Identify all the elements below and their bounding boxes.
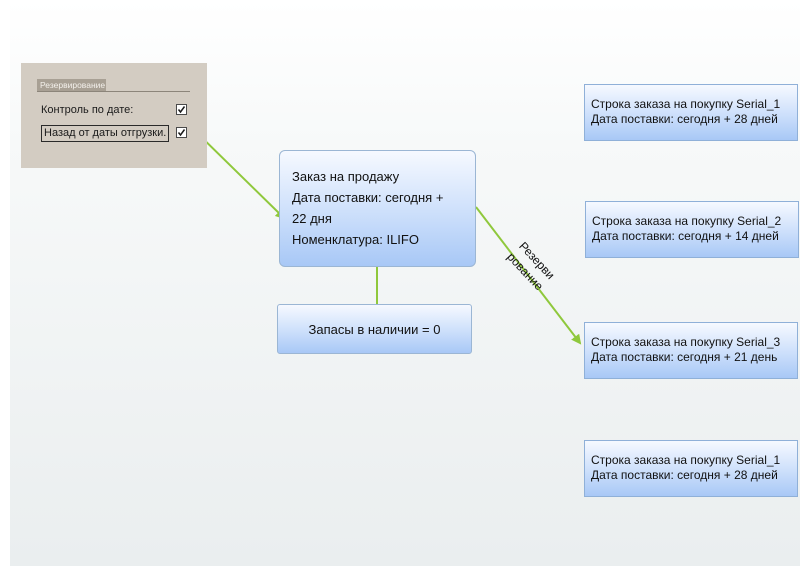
sales-order-delivery-days: 22 дня — [292, 211, 332, 226]
purchase-line-delivery: Дата поставки: сегодня + 28 дней — [591, 112, 778, 126]
backward-row: Назад от даты отгрузки. — [41, 124, 170, 142]
sales-order-box: Заказ на продажу Дата поставки: сегодня … — [279, 150, 476, 267]
backward-label: Назад от даты отгрузки. — [41, 125, 170, 142]
date-control-checkbox[interactable] — [176, 104, 187, 115]
backward-checkbox[interactable] — [176, 127, 187, 138]
purchase-line-title: Строка заказа на покупку Serial_2 — [592, 214, 782, 228]
purchase-line-delivery: Дата поставки: сегодня + 14 дней — [592, 229, 779, 243]
date-control-label: Контроль по дате: — [41, 104, 134, 116]
panel-divider — [37, 91, 190, 92]
reservation-settings-panel: Резервирование Контроль по дате: Назад о… — [21, 63, 207, 168]
purchase-line-title: Строка заказа на покупку Serial_3 — [591, 335, 781, 349]
date-control-row: Контроль по дате: — [41, 101, 133, 119]
purchase-line-delivery: Дата поставки: сегодня + 28 дней — [591, 468, 778, 482]
checkmark-icon — [177, 129, 186, 137]
purchase-line-box: Строка заказа на покупку Serial_1 Дата п… — [584, 440, 798, 497]
purchase-line-delivery: Дата поставки: сегодня + 21 день — [591, 350, 778, 364]
purchase-line-box: Строка заказа на покупку Serial_3 Дата п… — [584, 322, 798, 379]
purchase-line-box: Строка заказа на покупку Serial_2 Дата п… — [585, 201, 799, 258]
stock-label: Запасы в наличии = 0 — [308, 322, 441, 337]
checkmark-icon — [177, 106, 186, 114]
stock-box: Запасы в наличии = 0 — [277, 304, 472, 354]
sales-order-item: Номенклатура: ILIFO — [292, 232, 419, 247]
sales-order-delivery: Дата поставки: сегодня + — [292, 190, 444, 205]
purchase-line-box: Строка заказа на покупку Serial_1 Дата п… — [584, 84, 798, 141]
purchase-line-title: Строка заказа на покупку Serial_1 — [591, 97, 781, 111]
sales-order-title: Заказ на продажу — [292, 169, 400, 184]
purchase-line-title: Строка заказа на покупку Serial_1 — [591, 453, 781, 467]
panel-header: Резервирование — [37, 79, 207, 93]
